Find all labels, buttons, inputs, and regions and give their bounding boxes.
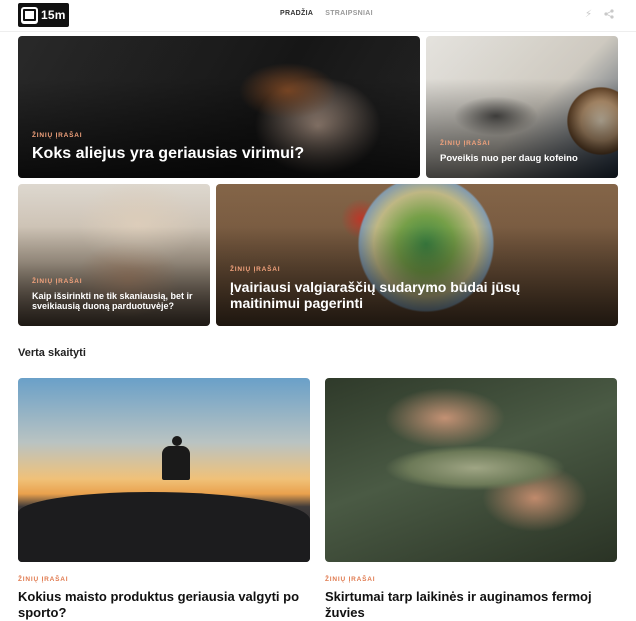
article-title[interactable]: Kokius maisto produktus geriausia valgyt…: [18, 589, 310, 620]
header-actions: ⚡: [585, 9, 614, 22]
featured-card[interactable]: ŽINIŲ ĮRAŠAI Koks aliejus yra geriausias…: [18, 36, 420, 178]
featured-card[interactable]: ŽINIŲ ĮRAŠAI Įvairiausi valgiaraščių sud…: [216, 184, 618, 326]
site-header: 15m PRADŽIA STRAIPSNIAI ⚡: [0, 0, 636, 32]
article-category[interactable]: ŽINIŲ ĮRAŠAI: [325, 576, 375, 583]
article-title[interactable]: Skirtumai tarp laikinės ir auginamos fer…: [325, 589, 617, 620]
card-category[interactable]: ŽINIŲ ĮRAŠAI: [32, 278, 196, 285]
article-image[interactable]: [325, 378, 617, 562]
card-category[interactable]: ŽINIŲ ĮRAŠAI: [440, 140, 604, 147]
card-title[interactable]: Poveikis nuo per daug kofeino: [440, 153, 604, 164]
featured-card[interactable]: ŽINIŲ ĮRAŠAI Poveikis nuo per daug kofei…: [426, 36, 618, 178]
featured-card[interactable]: ŽINIŲ ĮRAŠAI Kaip išsirinkti ne tik skan…: [18, 184, 210, 326]
main-nav: PRADŽIA STRAIPSNIAI: [280, 10, 373, 17]
card-category[interactable]: ŽINIŲ ĮRAŠAI: [32, 132, 406, 139]
card-title[interactable]: Kaip išsirinkti ne tik skaniausią, bet i…: [32, 291, 196, 312]
hiker-silhouette: [156, 436, 196, 496]
card-category[interactable]: ŽINIŲ ĮRAŠAI: [230, 266, 604, 273]
nav-item-home[interactable]: PRADŽIA: [280, 10, 313, 17]
article-image[interactable]: [18, 378, 310, 562]
logo-text: 15m: [41, 8, 66, 22]
card-title[interactable]: Įvairiausi valgiaraščių sudarymo būdai j…: [230, 279, 590, 312]
site-logo[interactable]: 15m: [18, 3, 69, 27]
share-icon[interactable]: [604, 9, 614, 22]
card-title[interactable]: Koks aliejus yra geriausias virimui?: [32, 145, 406, 164]
nav-item-articles[interactable]: STRAIPSNIAI: [325, 10, 373, 17]
section-title: Verta skaityti: [18, 347, 86, 359]
article-category[interactable]: ŽINIŲ ĮRAŠAI: [18, 576, 68, 583]
lightning-icon[interactable]: ⚡: [585, 9, 592, 22]
logo-icon: [21, 6, 38, 24]
